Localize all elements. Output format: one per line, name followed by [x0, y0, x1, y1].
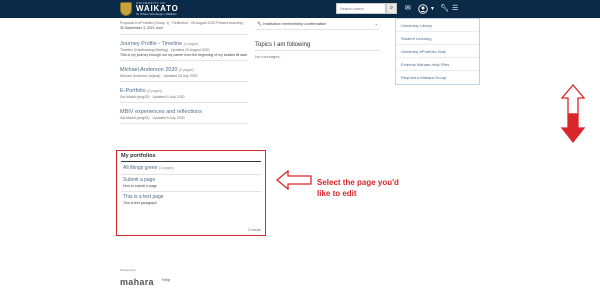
powered-by-text: Powered by	[120, 268, 136, 272]
item-title[interactable]: E-Portfolio (6 pages)	[120, 88, 248, 94]
item-meta: Sai Maddi (smg33) · Updated 9 July 2020	[120, 95, 185, 100]
logo-sub-text: Te Whare Wananga o Waikato	[136, 12, 177, 16]
menu-item-external-help[interactable]: External Mahara Help Files	[396, 58, 479, 71]
portfolio-description: This is test paragraph	[123, 201, 157, 205]
annotation-line-1: Select the page you'd	[317, 178, 399, 187]
list-item[interactable]: E-Portfolio (6 pages) Sai Maddi (smg33) …	[120, 82, 248, 104]
annotation-line-2: like to edit	[317, 188, 357, 198]
item-meta: Michael Anderson (mjaus) · Updated 25 Ju…	[120, 74, 198, 79]
item-meta: Sai Maddi (smg33) · Updated 9 July 2020	[120, 116, 185, 121]
user-icon[interactable]	[418, 4, 428, 18]
portfolio-title[interactable]: Submit a page	[123, 177, 259, 183]
list-item[interactable]: Michael Anderson 2020 (5 pages) Michael …	[120, 61, 248, 83]
university-logo[interactable]: UNIVERSITY OF WAIKATO Te Whare Wananga o…	[120, 1, 179, 17]
item-description: This is my journey through out my career…	[120, 52, 249, 57]
chevron-down-icon[interactable]: ▼	[430, 4, 435, 14]
top-navigation-bar: UNIVERSITY OF WAIKATO Te Whare Wananga o…	[0, 0, 600, 18]
institution-membership-row[interactable]: 🔧︎ Institution membership confirmation ⌄	[255, 18, 380, 30]
portfolio-item[interactable]: Submit a page How to submit a page	[121, 175, 261, 192]
envelope-icon[interactable]: ✉	[405, 4, 411, 14]
results-count: 3 results	[247, 228, 261, 232]
item-title[interactable]: MBIV experiences and reflections	[120, 109, 248, 115]
chevron-down-icon[interactable]: ⌄	[375, 21, 378, 26]
mahara-logo[interactable]: Powered by mahara	[120, 268, 154, 290]
footer: Powered by mahara Help	[120, 268, 170, 290]
search-icon[interactable]: ⌕	[386, 3, 397, 14]
footer-help-link[interactable]: Help	[162, 277, 170, 282]
portfolio-item[interactable]: All things green (4 pages)	[121, 163, 261, 175]
menu-item-university-library[interactable]: University Library	[396, 19, 479, 32]
annotation-text: Select the page you'd like to edit	[317, 178, 457, 200]
item-title[interactable]: Journey Profile - Timeline (4 pages)	[120, 41, 248, 47]
wrench-icon: 🔧︎	[257, 21, 263, 26]
list-item[interactable]: MBIV experiences and reflections Sai Mad…	[120, 103, 248, 125]
institution-row-label: Institution membership confirmation	[263, 21, 327, 26]
menu-item-student-learning[interactable]: Student Learning	[396, 32, 479, 45]
middle-column: 🔧︎ Institution membership confirmation ⌄…	[255, 18, 380, 59]
menu-item-eportfolio-help[interactable]: University ePortfolio Help	[396, 45, 479, 58]
list-item[interactable]: Proposal in ePortfolio (Group 1) · Refle…	[120, 18, 248, 35]
portfolio-description: How to submit a page	[123, 184, 157, 188]
item-title[interactable]: Michael Anderson 2020 (5 pages)	[120, 67, 248, 73]
crest-icon	[120, 2, 132, 16]
my-portfolios-heading: My portfolios	[121, 153, 261, 162]
no-messages-text: No messages.	[255, 54, 281, 59]
hamburger-menu-icon[interactable]: ☰	[452, 4, 458, 14]
mahara-brand: mahara	[120, 277, 154, 287]
search-input[interactable]: Search users	[336, 3, 386, 14]
portfolio-item[interactable]: This is a test page This is test paragra…	[121, 192, 261, 208]
item-meta: Timeline (Kaialharangi Waring) · Updated…	[120, 47, 210, 52]
shared-portfolios-list: Proposal in ePortfolio (Group 1) · Refle…	[120, 18, 248, 125]
wrench-icon[interactable]: 🔧︎	[440, 4, 449, 14]
item-description: 30 September 3, 2021 June	[120, 26, 164, 30]
up-down-arrow-icon	[560, 84, 586, 144]
menu-item-request-group[interactable]: Request a Mahara Group	[396, 71, 479, 84]
help-dropdown-menu: University Library Student Learning Univ…	[395, 18, 480, 85]
portfolio-title[interactable]: This is a test page	[123, 194, 259, 200]
list-item[interactable]: Journey Profile - Timeline (4 pages) Tim…	[120, 35, 248, 62]
item-meta: Proposal in ePortfolio (Group 1) · Refle…	[120, 21, 243, 25]
my-portfolios-block: My portfolios All things green (4 pages)…	[116, 150, 266, 236]
left-arrow-annotation-icon	[276, 170, 312, 190]
topics-title: Topics I am following	[255, 42, 380, 51]
portfolio-title[interactable]: All things green (4 pages)	[123, 165, 259, 171]
